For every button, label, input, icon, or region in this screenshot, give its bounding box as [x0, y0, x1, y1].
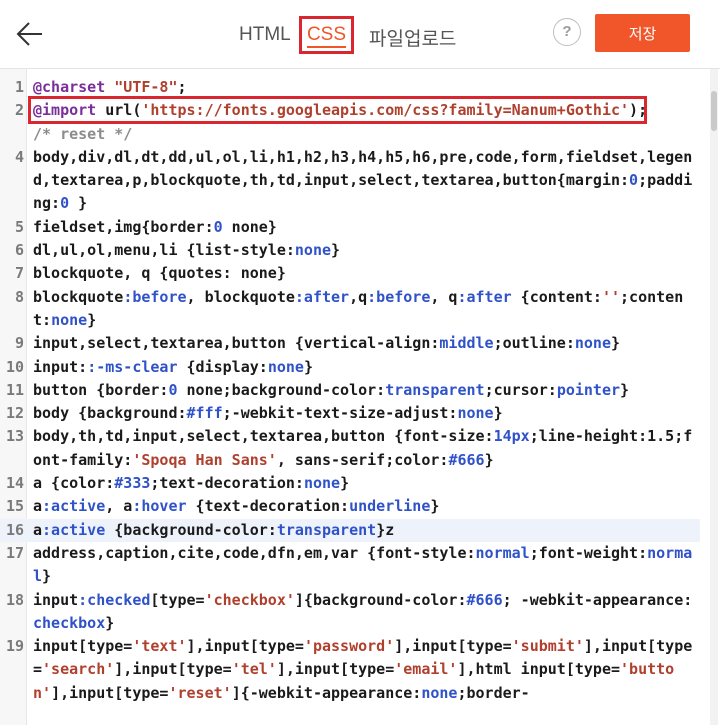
code-text[interactable]: dl,ul,ol,menu,li {list-style:none}	[33, 239, 700, 262]
tab-html[interactable]: HTML	[239, 24, 291, 46]
line-number: 4	[14, 147, 24, 166]
code-line[interactable]: 6 dl,ul,ol,menu,li {list-style:none}	[0, 239, 700, 262]
line-number: 1	[14, 78, 24, 96]
code-text[interactable]: a:active, a:hover {text-decoration:under…	[33, 495, 700, 518]
code-line[interactable]: 18 input:checked[type='checkbox']{backgro…	[0, 589, 700, 636]
line-number: 10	[5, 357, 24, 376]
line-number: 5	[14, 217, 24, 236]
arrow-left-icon	[16, 22, 42, 46]
help-button[interactable]: ?	[553, 18, 581, 46]
code-line[interactable]: 1 @charset "UTF-8";	[0, 76, 700, 99]
save-button[interactable]: 저장	[595, 14, 690, 52]
code-text[interactable]: button {border:0 none;background-color:t…	[33, 379, 700, 402]
line-number: 17	[5, 543, 24, 562]
code-text[interactable]: body,div,dl,dt,dd,ul,ol,li,h1,h2,h3,h4,h…	[33, 146, 700, 216]
back-button[interactable]	[10, 14, 50, 54]
code-editor[interactable]: 1 @charset "UTF-8"; 2 @import url('https://…	[0, 69, 720, 725]
code-line[interactable]: 8 blockquote:before, blockquote:after,q:b…	[0, 286, 700, 333]
editor-header: HTML CSS 파일업로드 ? 저장	[0, 0, 720, 69]
code-line[interactable]: /* reset */	[0, 123, 700, 146]
code-line[interactable]: 11 button {border:0 none;background-color…	[0, 379, 700, 402]
tab-file-upload[interactable]: 파일업로드	[369, 24, 456, 51]
scrollbar-thumb[interactable]	[711, 91, 717, 131]
line-number: 13	[5, 427, 24, 446]
code-line[interactable]: 19 input[type='text'],input[type='passwor…	[0, 635, 700, 705]
code-line[interactable]: 15 a:active, a:hover {text-decoration:und…	[0, 495, 700, 518]
code-text[interactable]: input,select,textarea,button {vertical-a…	[33, 332, 700, 355]
code-line[interactable]: 13 body,th,td,input,select,textarea,butto…	[0, 425, 700, 472]
code-text[interactable]: /* reset */	[33, 123, 700, 146]
code-line[interactable]: 14 a {color:#333;text-decoration:none}	[0, 472, 700, 495]
tab-css[interactable]: CSS	[299, 16, 354, 54]
line-number: 19	[5, 637, 24, 656]
code-text[interactable]: @import url('https://fonts.googleapis.co…	[33, 99, 700, 122]
code-line[interactable]: 10 input::-ms-clear {display:none}	[0, 356, 700, 379]
line-number: 6	[14, 241, 24, 260]
code-area[interactable]: 1 @charset "UTF-8"; 2 @import url('https://…	[0, 76, 700, 705]
line-number: 7	[14, 264, 24, 283]
line-number: 14	[5, 474, 24, 493]
code-text[interactable]: address,caption,cite,code,dfn,em,var {fo…	[33, 542, 700, 589]
editor-scrollbar[interactable]	[710, 69, 718, 725]
line-number: 15	[5, 497, 24, 516]
code-text[interactable]: body {background:#fff;-webkit-text-size-…	[33, 402, 700, 425]
line-number: 8	[14, 287, 24, 306]
line-number: 16	[5, 520, 24, 539]
line-number: 2	[14, 101, 24, 120]
line-number: 12	[5, 404, 24, 423]
code-text[interactable]: blockquote, q {quotes: none}	[33, 262, 700, 285]
code-text[interactable]: fieldset,img{border:0 none}	[33, 216, 700, 239]
code-text[interactable]: input::-ms-clear {display:none}	[33, 356, 700, 379]
code-line[interactable]: 9 input,select,textarea,button {vertical-…	[0, 332, 700, 355]
line-number: 11	[5, 380, 24, 399]
code-line[interactable]: 2 @import url('https://fonts.googleapis.c…	[0, 99, 700, 122]
code-text[interactable]: a:active {background-color:transparent}z	[33, 519, 700, 542]
code-text[interactable]: input[type='text'],input[type='password'…	[33, 635, 700, 705]
code-line[interactable]: 7 blockquote, q {quotes: none}	[0, 262, 700, 285]
code-line[interactable]: 17 address,caption,cite,code,dfn,em,var {…	[0, 542, 700, 589]
code-line[interactable]: 5 fieldset,img{border:0 none}	[0, 216, 700, 239]
code-line[interactable]: 12 body {background:#fff;-webkit-text-siz…	[0, 402, 700, 425]
code-text[interactable]: a {color:#333;text-decoration:none}	[33, 472, 700, 495]
line-number: 18	[5, 590, 24, 609]
code-text[interactable]: input:checked[type='checkbox']{backgroun…	[33, 589, 700, 636]
line-number: 9	[14, 334, 24, 353]
code-text[interactable]: blockquote:before, blockquote:after,q:be…	[33, 286, 700, 333]
code-text[interactable]: @charset "UTF-8";	[33, 76, 700, 99]
code-text[interactable]: body,th,td,input,select,textarea,button …	[33, 425, 700, 472]
code-line[interactable]: 4 body,div,dl,dt,dd,ul,ol,li,h1,h2,h3,h4,…	[0, 146, 700, 216]
code-line[interactable]: 16 a:active {background-color:transparent…	[0, 518, 700, 542]
